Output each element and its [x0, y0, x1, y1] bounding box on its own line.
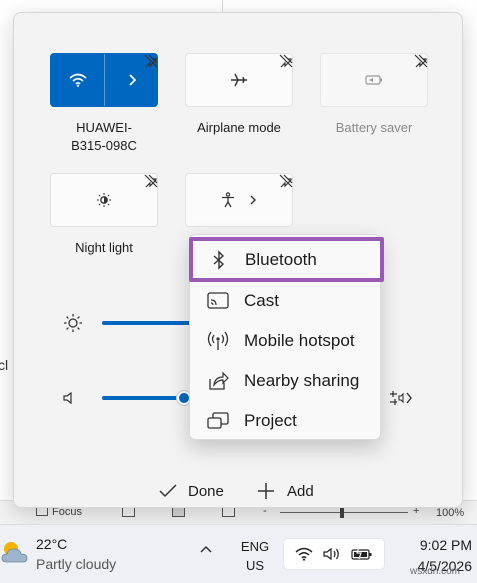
- done-label: Done: [188, 482, 224, 500]
- battery-saver-tile[interactable]: [320, 53, 428, 107]
- airplane-icon: [231, 73, 247, 87]
- night-light-icon: [97, 193, 111, 207]
- nearby-sharing-icon: [192, 371, 244, 391]
- menu-item-nearby-sharing[interactable]: Nearby sharing: [192, 362, 380, 400]
- unpin-icon[interactable]: [279, 54, 293, 68]
- menu-item-label: Nearby sharing: [244, 371, 360, 390]
- wifi-icon: [295, 547, 313, 561]
- menu-item-project[interactable]: Project: [192, 402, 380, 440]
- speaker-icon: [63, 391, 72, 405]
- watermark: wsxdn.com: [410, 566, 461, 577]
- brightness-icon: [64, 314, 82, 332]
- web-layout-icon[interactable]: [222, 507, 235, 517]
- wifi-icon: [68, 73, 87, 87]
- zoom-slider-thumb[interactable]: [340, 507, 344, 518]
- zoom-percent[interactable]: 100%: [436, 507, 464, 519]
- battery-saver-icon: [365, 75, 382, 85]
- print-layout-icon[interactable]: [172, 507, 185, 517]
- mobile-hotspot-icon: [192, 331, 244, 351]
- wifi-label-line2: B315-098C: [71, 138, 137, 153]
- airplane-mode-label: Airplane mode: [197, 120, 281, 135]
- unpin-icon[interactable]: [414, 54, 428, 68]
- done-button[interactable]: Done: [158, 479, 224, 503]
- unpin-icon[interactable]: [144, 174, 158, 188]
- wifi-label-line1: HUAWEI-: [76, 120, 132, 135]
- plus-icon: [258, 483, 274, 499]
- language-code: ENG: [240, 539, 270, 554]
- accessibility-tile[interactable]: [185, 173, 293, 227]
- chevron-up-icon[interactable]: [198, 543, 214, 555]
- menu-item-cast[interactable]: Cast: [192, 282, 380, 320]
- taskbar: 22°C Partly cloudy ENG US 9:02 PM 4/5/20…: [0, 524, 477, 583]
- cast-icon: [192, 292, 244, 310]
- read-mode-icon[interactable]: [122, 507, 135, 517]
- wifi-tile-label: HUAWEI- B315-098C: [50, 119, 158, 155]
- weather-temperature: 22°C: [36, 536, 68, 552]
- menu-item-bluetooth[interactable]: Bluetooth: [189, 237, 384, 282]
- audio-output-icon[interactable]: [389, 390, 413, 406]
- volume-icon: [323, 547, 339, 561]
- airplane-mode-tile[interactable]: [185, 53, 293, 107]
- checkmark-icon: [159, 484, 177, 498]
- menu-item-label: Bluetooth: [245, 249, 317, 269]
- menu-item-label: Mobile hotspot: [244, 331, 355, 350]
- chevron-right-icon: [129, 74, 137, 86]
- clock-time: 9:02 PM: [419, 537, 472, 553]
- add-tile-menu: Bluetooth Cast Mobile hotspot Nearby sha…: [189, 234, 384, 440]
- language-region: US: [245, 558, 265, 573]
- menu-item-label: Cast: [244, 291, 279, 310]
- add-button[interactable]: Add: [257, 479, 314, 503]
- zoom-slider-track[interactable]: [280, 512, 408, 513]
- unpin-icon[interactable]: [279, 174, 293, 188]
- bluetooth-icon: [193, 249, 245, 270]
- project-icon: [192, 412, 244, 430]
- battery-saver-label: Battery saver: [335, 120, 413, 135]
- wifi-toggle[interactable]: [51, 54, 104, 106]
- language-indicator[interactable]: ENG US: [236, 537, 274, 575]
- partly-cloudy-icon: [1, 542, 28, 563]
- chevron-right-icon: [250, 195, 256, 205]
- unpin-icon[interactable]: [144, 54, 158, 68]
- menu-item-label: Project: [244, 411, 297, 430]
- weather-condition: Partly cloudy: [36, 556, 117, 572]
- night-light-label: Night light: [75, 240, 133, 255]
- volume-track[interactable]: [102, 396, 182, 400]
- wifi-tile[interactable]: [50, 53, 158, 107]
- background-cut-text: cl: [0, 357, 9, 373]
- accessibility-icon: [222, 192, 234, 208]
- menu-item-mobile-hotspot[interactable]: Mobile hotspot: [192, 322, 380, 360]
- add-label: Add: [287, 482, 314, 500]
- night-light-tile[interactable]: [50, 173, 158, 227]
- battery-charging-icon: [351, 547, 372, 560]
- system-tray-button[interactable]: [283, 538, 385, 570]
